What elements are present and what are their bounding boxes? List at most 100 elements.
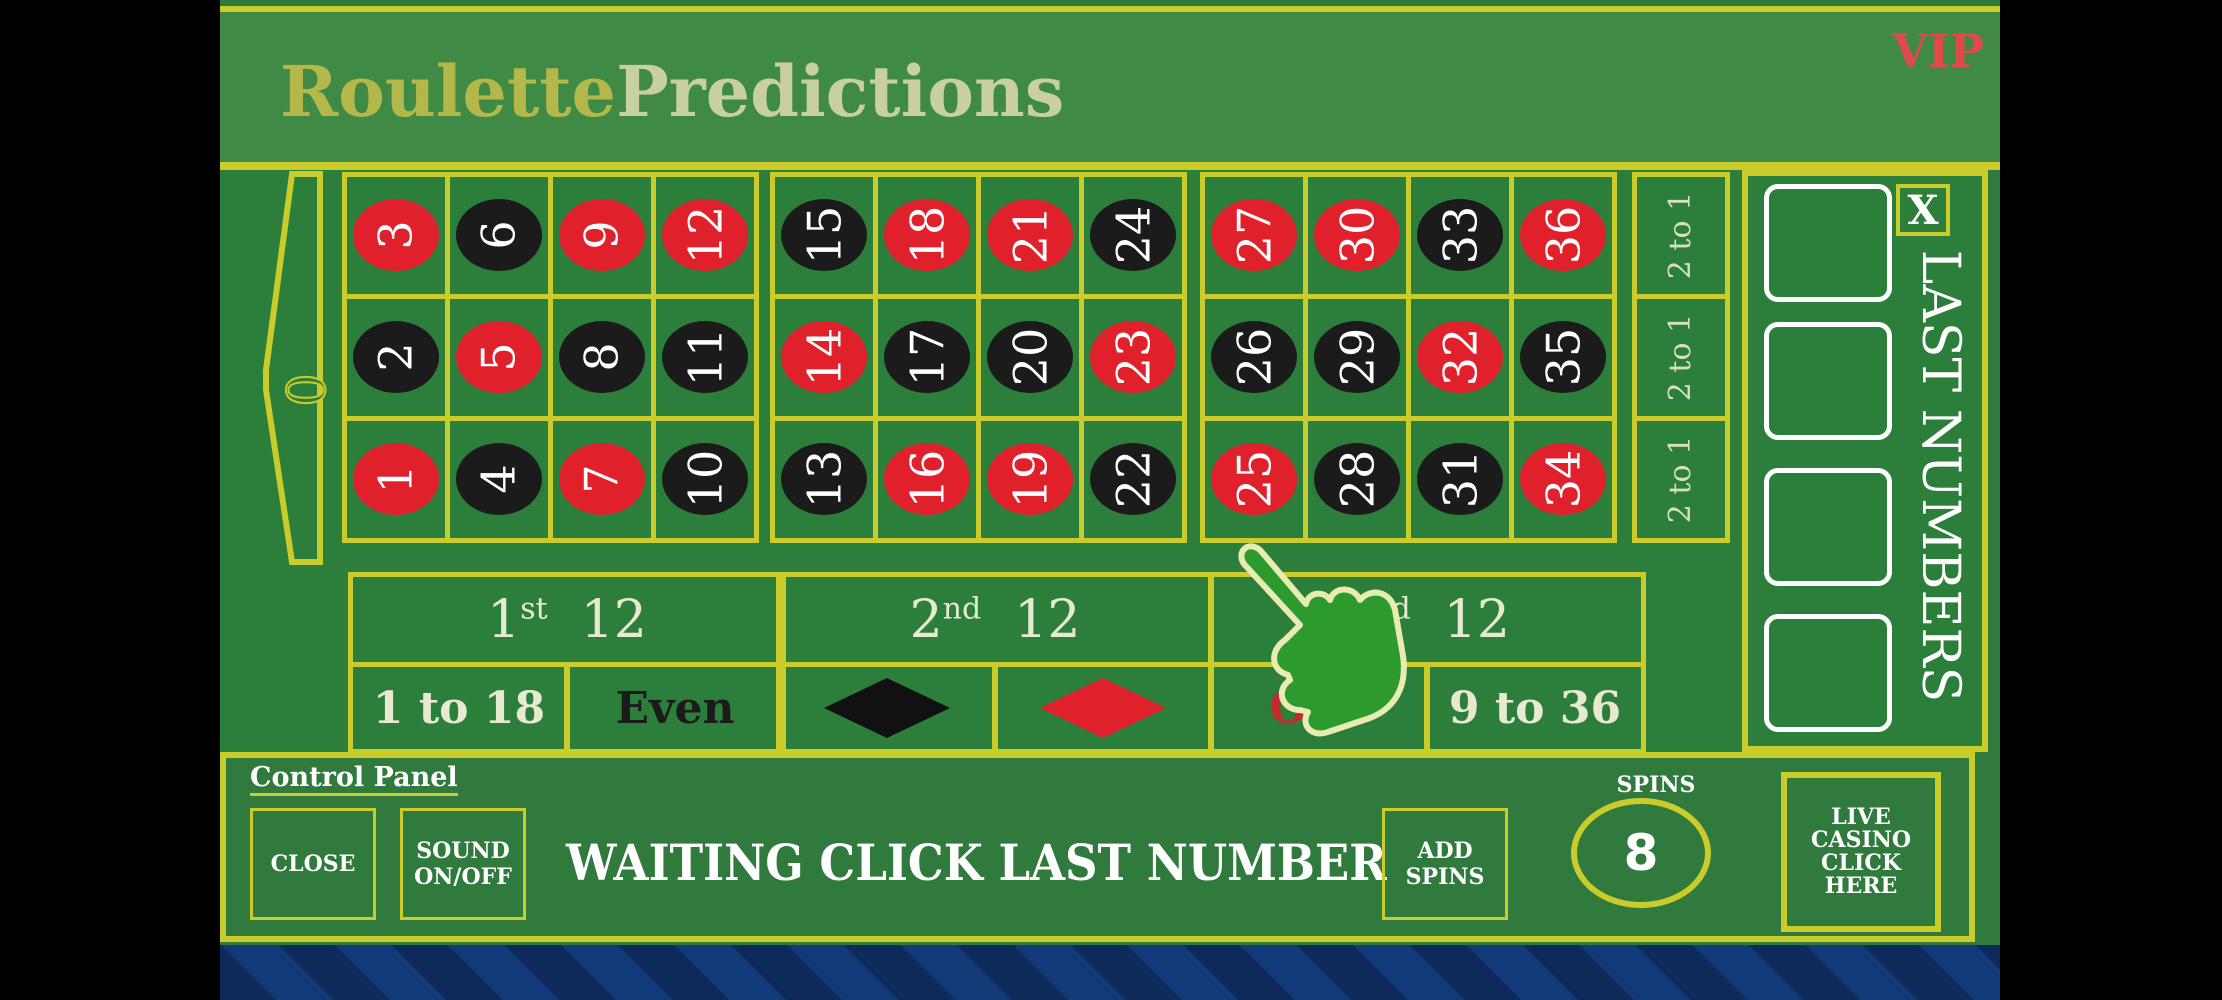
- number-chip: 32: [1417, 321, 1503, 393]
- number-chip: 27: [1211, 199, 1297, 271]
- diamond-icon: [1040, 678, 1166, 738]
- number-chip: 6: [456, 199, 542, 271]
- number-cell[interactable]: 29: [1303, 294, 1411, 421]
- number-chip: 4: [456, 443, 542, 515]
- number-cell[interactable]: 30: [1303, 172, 1411, 299]
- number-chip: 34: [1520, 443, 1606, 515]
- column-bet-cell[interactable]: 2 to 1: [1632, 172, 1730, 299]
- status-message: WAITING CLICK LAST NUMBER: [566, 833, 1387, 892]
- low-bet[interactable]: 1 to 18: [348, 662, 570, 754]
- last-number-slot[interactable]: [1764, 184, 1892, 302]
- number-chip: 25: [1211, 443, 1297, 515]
- number-cell[interactable]: 19: [976, 416, 1084, 543]
- number-cell[interactable]: 1: [342, 416, 450, 543]
- spins-counter: 8: [1571, 798, 1711, 908]
- number-chip: 18: [884, 199, 970, 271]
- number-chip: 15: [781, 199, 867, 271]
- column-bet-cell[interactable]: 2 to 1: [1632, 416, 1730, 543]
- control-panel: Control Panel CLOSE SOUND ON/OFF WAITING…: [220, 752, 1975, 942]
- number-cell[interactable]: 26: [1200, 294, 1308, 421]
- number-chip: 2: [353, 321, 439, 393]
- number-cell[interactable]: 2: [342, 294, 450, 421]
- app-window: RoulettePredictions VIP 0 3 6 9 12 15 18 21 24 2…: [220, 0, 2000, 945]
- number-chip: 31: [1417, 443, 1503, 515]
- spins-label: SPINS: [1616, 772, 1696, 798]
- last-numbers-panel: X LAST NUMBERS: [1742, 170, 1988, 752]
- number-cell[interactable]: 7: [548, 416, 656, 543]
- column-bet-cell[interactable]: 2 to 1: [1632, 294, 1730, 421]
- number-cell[interactable]: 31: [1406, 416, 1514, 543]
- number-cell[interactable]: 14: [770, 294, 878, 421]
- last-numbers-label: LAST NUMBERS: [1910, 249, 1970, 703]
- sound-toggle-button[interactable]: SOUND ON/OFF: [400, 808, 526, 920]
- last-number-slot[interactable]: [1764, 614, 1892, 732]
- number-cell[interactable]: 35: [1509, 294, 1617, 421]
- number-chip: 1: [353, 443, 439, 515]
- dozen-label: 1st 12: [487, 589, 647, 650]
- number-cell[interactable]: 24: [1079, 172, 1187, 299]
- number-cell[interactable]: 20: [976, 294, 1084, 421]
- number-chip: 26: [1211, 321, 1297, 393]
- number-cell[interactable]: 9: [548, 172, 656, 299]
- number-chip: 29: [1314, 321, 1400, 393]
- number-chip: 17: [884, 321, 970, 393]
- close-last-numbers-button[interactable]: X: [1896, 184, 1950, 236]
- number-chip: 13: [781, 443, 867, 515]
- number-cell[interactable]: 33: [1406, 172, 1514, 299]
- black-bet[interactable]: [776, 662, 998, 754]
- number-chip: 3: [353, 199, 439, 271]
- number-cell[interactable]: 25: [1200, 416, 1308, 543]
- app-title: RoulettePredictions: [280, 50, 1065, 133]
- pointing-hand-icon: [1238, 543, 1407, 737]
- number-cell[interactable]: 11: [651, 294, 759, 421]
- live-casino-button[interactable]: LIVE CASINO CLICK HERE: [1781, 772, 1941, 932]
- number-cell[interactable]: 15: [770, 172, 878, 299]
- number-chip: 24: [1090, 199, 1176, 271]
- dozen-label: 2nd 12: [909, 589, 1081, 650]
- number-cell[interactable]: 12: [651, 172, 759, 299]
- number-cell[interactable]: 23: [1079, 294, 1187, 421]
- number-chip: 5: [456, 321, 542, 393]
- dozen-bet-2[interactable]: 2nd 12: [776, 572, 1214, 667]
- number-cell[interactable]: 3: [342, 172, 450, 299]
- dozen-bet-1[interactable]: 1st 12: [348, 572, 786, 667]
- number-chip: 14: [781, 321, 867, 393]
- roulette-table: 0 3 6 9 12 15 18 21 24 27 30 33 36 2 to 1 2 5 8 11 14 17 20…: [220, 170, 1745, 754]
- number-cell[interactable]: 36: [1509, 172, 1617, 299]
- number-cell[interactable]: 21: [976, 172, 1084, 299]
- number-cell[interactable]: 27: [1200, 172, 1308, 299]
- vip-badge[interactable]: VIP: [1892, 24, 1984, 78]
- number-cell[interactable]: 32: [1406, 294, 1514, 421]
- number-chip: 10: [662, 443, 748, 515]
- number-cell[interactable]: 34: [1509, 416, 1617, 543]
- number-cell[interactable]: 22: [1079, 416, 1187, 543]
- number-chip: 16: [884, 443, 970, 515]
- number-cell[interactable]: 18: [873, 172, 981, 299]
- red-bet[interactable]: [992, 662, 1214, 754]
- number-chip: 33: [1417, 199, 1503, 271]
- number-cell[interactable]: 8: [548, 294, 656, 421]
- number-cell[interactable]: 4: [445, 416, 553, 543]
- close-button[interactable]: CLOSE: [250, 808, 376, 920]
- number-cell[interactable]: 28: [1303, 416, 1411, 543]
- number-cell[interactable]: 13: [770, 416, 878, 543]
- number-chip: 20: [987, 321, 1073, 393]
- number-chip: 7: [559, 443, 645, 515]
- last-number-slot[interactable]: [1764, 468, 1892, 586]
- number-chip: 8: [559, 321, 645, 393]
- number-cell[interactable]: 6: [445, 172, 553, 299]
- number-chip: 36: [1520, 199, 1606, 271]
- number-cell[interactable]: 10: [651, 416, 759, 543]
- number-cell[interactable]: 16: [873, 416, 981, 543]
- even-bet[interactable]: Even: [564, 662, 786, 754]
- number-chip: 35: [1520, 321, 1606, 393]
- number-cell[interactable]: 5: [445, 294, 553, 421]
- number-chip: 28: [1314, 443, 1400, 515]
- add-spins-button[interactable]: ADD SPINS: [1382, 808, 1508, 920]
- number-chip: 12: [662, 199, 748, 271]
- number-chip: 21: [987, 199, 1073, 271]
- number-chip: 19: [987, 443, 1073, 515]
- last-number-slot[interactable]: [1764, 322, 1892, 440]
- number-cell[interactable]: 17: [873, 294, 981, 421]
- high-bet[interactable]: 9 to 36: [1424, 662, 1646, 754]
